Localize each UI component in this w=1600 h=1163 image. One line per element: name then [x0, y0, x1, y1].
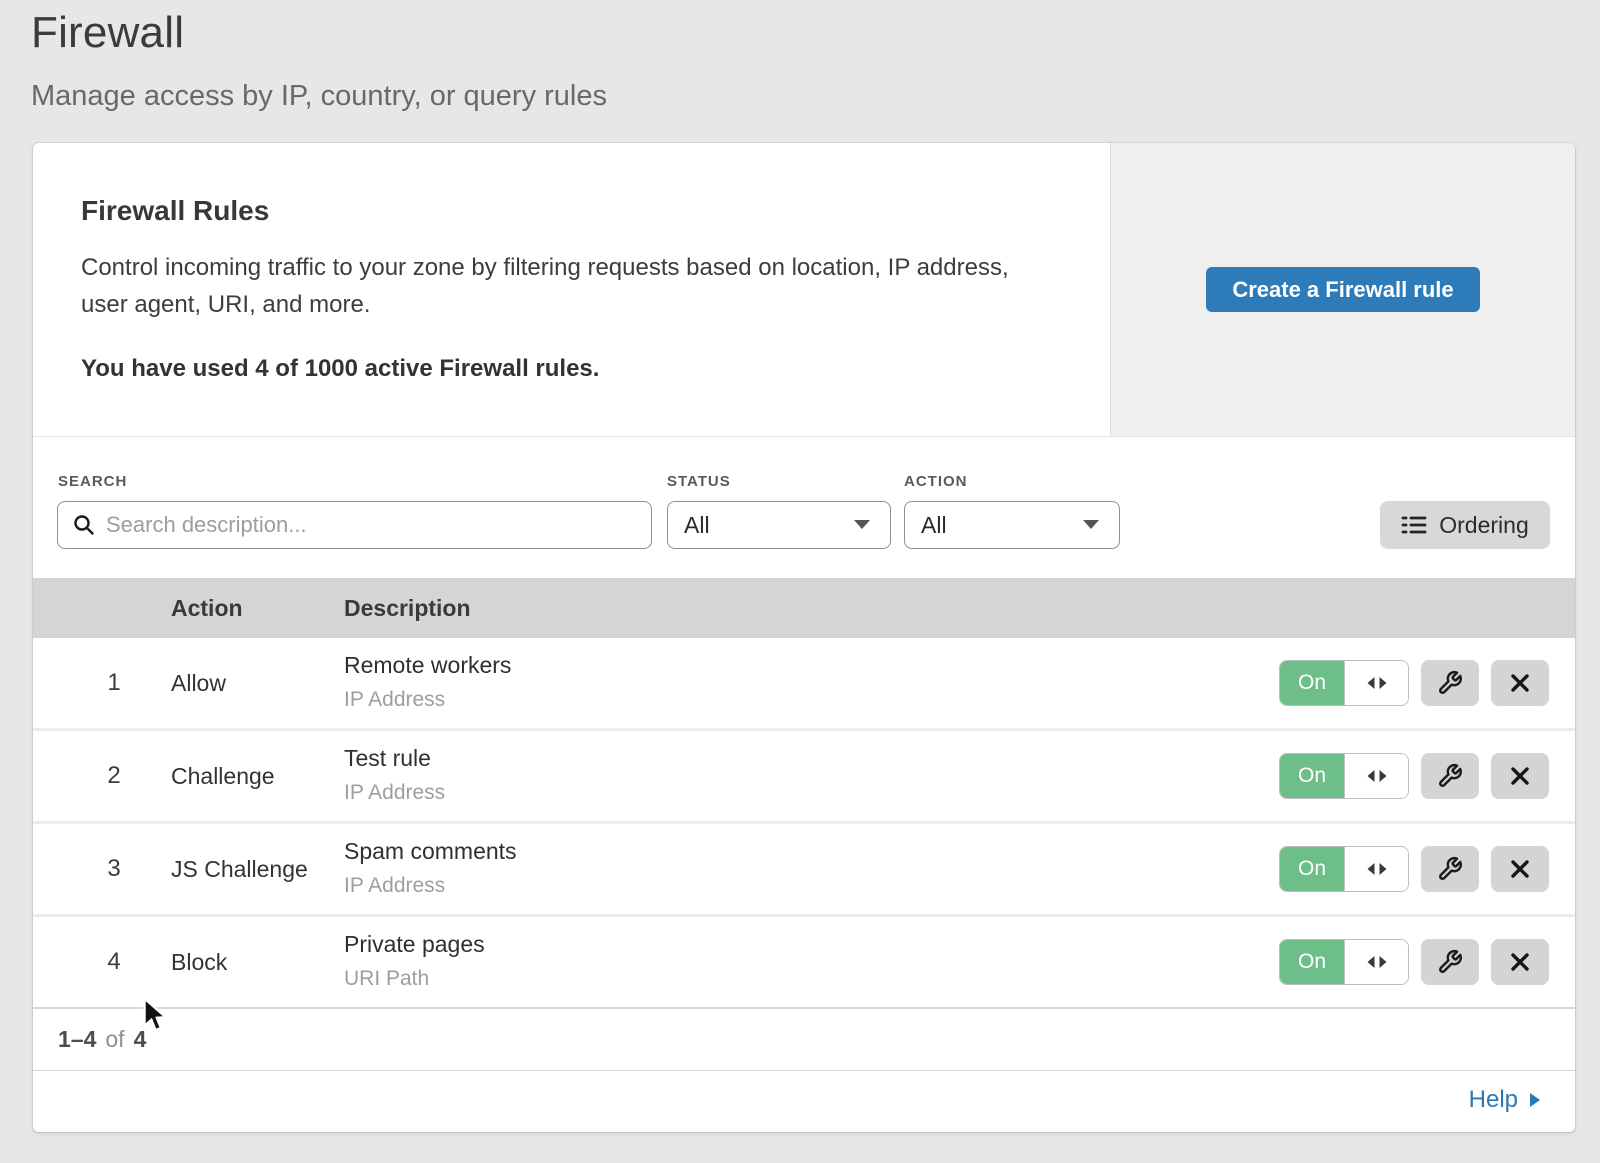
rule-action: Block — [171, 917, 344, 1007]
rule-enabled-toggle[interactable]: On — [1279, 660, 1409, 706]
rule-description: Spam comments — [344, 838, 517, 865]
rule-controls: On — [1279, 939, 1549, 985]
rules-list: 1 Allow Remote workers IP Address On — [33, 638, 1575, 1007]
rule-enabled-toggle[interactable]: On — [1279, 846, 1409, 892]
rule-match-type: IP Address — [344, 688, 511, 712]
toggle-on-label: On — [1280, 754, 1344, 798]
rule-enabled-toggle[interactable]: On — [1279, 939, 1409, 985]
left-right-arrows-icon — [1365, 861, 1389, 877]
toggle-on-label: On — [1280, 661, 1344, 705]
delete-rule-button[interactable] — [1491, 846, 1549, 892]
rule-action: Challenge — [171, 731, 344, 821]
table-row: 1 Allow Remote workers IP Address On — [33, 638, 1575, 728]
create-rule-panel: Create a Firewall rule — [1110, 143, 1575, 436]
search-input[interactable] — [106, 512, 637, 538]
column-header-action: Action — [171, 595, 344, 622]
chevron-down-icon — [852, 519, 872, 531]
card-description: Control incoming traffic to your zone by… — [81, 249, 1026, 323]
close-icon — [1509, 858, 1531, 880]
pagination-range: 1–4 — [58, 1026, 96, 1053]
arrow-right-icon — [1528, 1091, 1541, 1109]
ordering-button[interactable]: Ordering — [1380, 501, 1550, 549]
wrench-icon — [1437, 856, 1463, 882]
toggle-on-label: On — [1280, 847, 1344, 891]
hero-section: Firewall Rules Control incoming traffic … — [33, 143, 1575, 437]
toggle-handle[interactable] — [1344, 847, 1408, 891]
close-icon — [1509, 765, 1531, 787]
rule-action: Allow — [171, 638, 344, 728]
edit-rule-button[interactable] — [1421, 753, 1479, 799]
status-select-value: All — [684, 512, 710, 539]
table-row: 4 Block Private pages URI Path On — [33, 917, 1575, 1007]
rule-priority: 4 — [57, 917, 171, 1007]
wrench-icon — [1437, 949, 1463, 975]
rule-controls: On — [1279, 660, 1549, 706]
pagination: 1–4 of 4 — [33, 1009, 1575, 1070]
rule-priority: 3 — [57, 824, 171, 914]
filters-bar: SEARCH STATUS All ACTION All — [33, 437, 1575, 578]
pagination-separator: of — [105, 1026, 124, 1053]
rule-priority: 1 — [57, 638, 171, 728]
hero-text: Firewall Rules Control incoming traffic … — [33, 143, 1110, 436]
chevron-down-icon — [1081, 519, 1101, 531]
rule-description-cell: Spam comments IP Address — [344, 838, 517, 898]
firewall-rules-card: Firewall Rules Control incoming traffic … — [33, 143, 1575, 1132]
page-title: Firewall — [31, 8, 1600, 58]
toggle-on-label: On — [1280, 940, 1344, 984]
close-icon — [1509, 672, 1531, 694]
close-icon — [1509, 951, 1531, 973]
left-right-arrows-icon — [1365, 768, 1389, 784]
card-heading: Firewall Rules — [81, 195, 1070, 227]
rule-description: Remote workers — [344, 652, 511, 679]
status-select[interactable]: All — [667, 501, 891, 549]
toggle-handle[interactable] — [1344, 940, 1408, 984]
rule-description-cell: Remote workers IP Address — [344, 652, 511, 712]
rule-description-cell: Private pages URI Path — [344, 931, 485, 991]
rule-controls: On — [1279, 753, 1549, 799]
create-firewall-rule-button[interactable]: Create a Firewall rule — [1206, 267, 1479, 312]
rule-priority: 2 — [57, 731, 171, 821]
action-label: ACTION — [904, 473, 968, 490]
toggle-handle[interactable] — [1344, 661, 1408, 705]
ordered-list-icon — [1401, 513, 1427, 537]
action-select[interactable]: All — [904, 501, 1120, 549]
left-right-arrows-icon — [1365, 675, 1389, 691]
rule-action: JS Challenge — [171, 824, 344, 914]
rule-controls: On — [1279, 846, 1549, 892]
rule-match-type: IP Address — [344, 874, 517, 898]
rule-enabled-toggle[interactable]: On — [1279, 753, 1409, 799]
table-row: 3 JS Challenge Spam comments IP Address … — [33, 824, 1575, 914]
rule-match-type: URI Path — [344, 967, 485, 991]
search-input-wrapper[interactable] — [57, 501, 652, 549]
edit-rule-button[interactable] — [1421, 660, 1479, 706]
action-select-value: All — [921, 512, 947, 539]
left-right-arrows-icon — [1365, 954, 1389, 970]
rule-match-type: IP Address — [344, 781, 445, 805]
help-row: Help — [33, 1070, 1575, 1129]
page-subtitle: Manage access by IP, country, or query r… — [31, 80, 1600, 113]
help-link[interactable]: Help — [1469, 1086, 1541, 1114]
page-header: Firewall Manage access by IP, country, o… — [0, 0, 1600, 113]
delete-rule-button[interactable] — [1491, 660, 1549, 706]
usage-note: You have used 4 of 1000 active Firewall … — [81, 355, 1070, 383]
delete-rule-button[interactable] — [1491, 939, 1549, 985]
table-row: 2 Challenge Test rule IP Address On — [33, 731, 1575, 821]
table-header: Action Description — [33, 578, 1575, 638]
ordering-button-label: Ordering — [1439, 512, 1528, 539]
rule-description: Private pages — [344, 931, 485, 958]
help-link-label: Help — [1469, 1086, 1518, 1114]
delete-rule-button[interactable] — [1491, 753, 1549, 799]
wrench-icon — [1437, 670, 1463, 696]
edit-rule-button[interactable] — [1421, 939, 1479, 985]
search-label: SEARCH — [58, 473, 127, 490]
pagination-total: 4 — [134, 1026, 147, 1053]
wrench-icon — [1437, 763, 1463, 789]
toggle-handle[interactable] — [1344, 754, 1408, 798]
edit-rule-button[interactable] — [1421, 846, 1479, 892]
status-label: STATUS — [667, 473, 731, 490]
rule-description: Test rule — [344, 745, 445, 772]
column-header-description: Description — [344, 595, 471, 622]
rule-description-cell: Test rule IP Address — [344, 745, 445, 805]
search-icon — [72, 513, 96, 537]
